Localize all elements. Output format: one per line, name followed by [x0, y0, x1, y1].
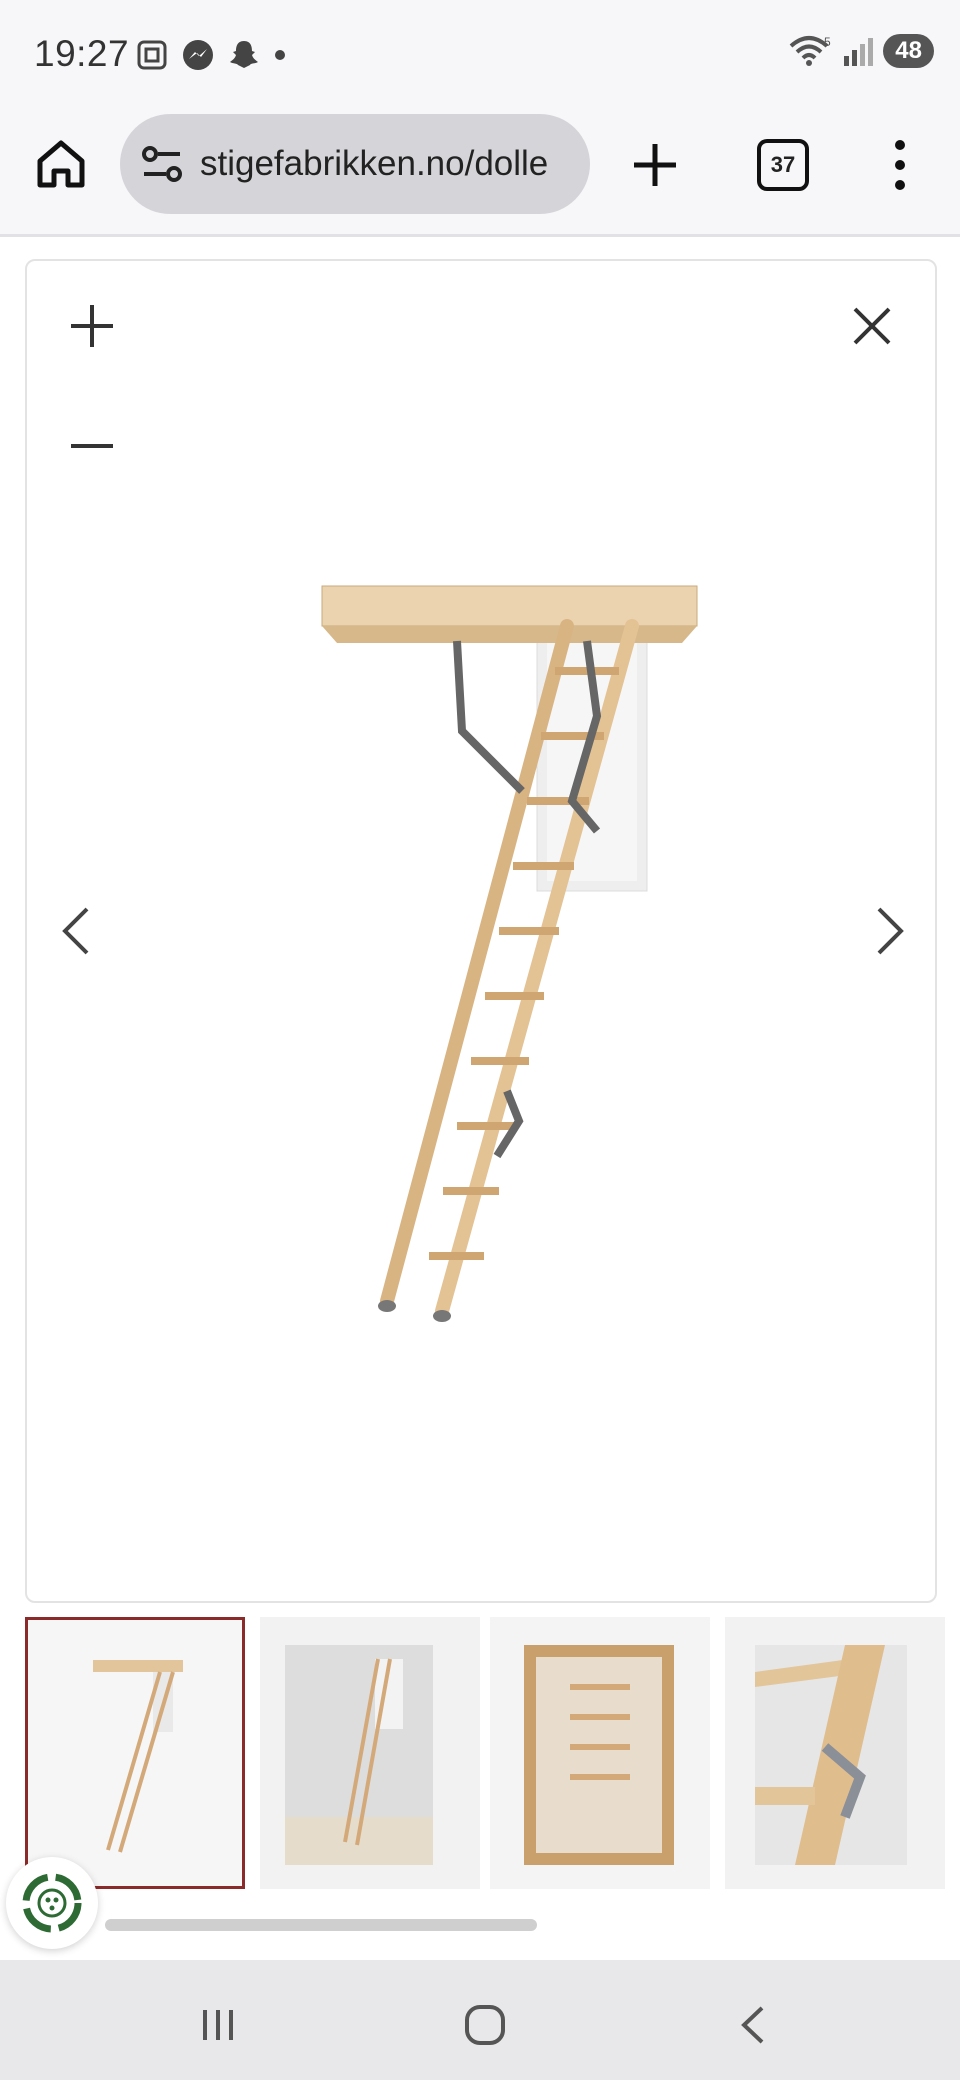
notification-icons — [135, 35, 287, 75]
page-content — [0, 237, 960, 1960]
dot-icon — [275, 50, 285, 60]
image-lightbox — [25, 259, 937, 1603]
home-circle-icon[interactable] — [460, 2000, 510, 2050]
system-nav-bar — [0, 1960, 960, 2080]
thumb-ladder-room[interactable] — [260, 1617, 480, 1889]
back-icon[interactable] — [730, 2000, 780, 2050]
zoom-in-icon[interactable] — [67, 301, 117, 351]
recent-apps-icon[interactable] — [193, 2000, 243, 2050]
clock: 19:27 — [34, 33, 130, 74]
zoom-out-icon[interactable] — [67, 421, 117, 471]
chevron-left-icon[interactable] — [57, 901, 97, 961]
url-text[interactable]: stigefabrikken.no/dolle — [200, 144, 580, 184]
recycle-widget-icon[interactable] — [6, 1857, 98, 1949]
home-icon[interactable] — [34, 137, 88, 191]
chevron-right-icon[interactable] — [869, 901, 909, 961]
screenshot-icon — [137, 40, 167, 70]
thumb-ladder-top-view[interactable] — [490, 1617, 710, 1889]
thumb-ladder-white-bg[interactable] — [25, 1617, 245, 1889]
browser-toolbar: stigefabrikken.no/dolle 37 — [0, 110, 960, 237]
close-icon[interactable] — [847, 301, 897, 351]
more-vert-icon[interactable] — [880, 137, 920, 193]
tab-switcher-icon[interactable]: 37 — [757, 139, 809, 191]
status-bar: 19:27 5 48 — [0, 0, 960, 110]
battery-indicator: 48 — [883, 34, 934, 68]
signal-icon — [844, 38, 874, 66]
messenger-icon — [183, 40, 213, 70]
plus-icon[interactable] — [628, 138, 682, 192]
wifi-badge: 5 — [824, 35, 831, 49]
address-bar[interactable]: stigefabrikken.no/dolle — [120, 114, 590, 214]
recycle-icon — [22, 1873, 82, 1933]
wifi-icon: 5 — [789, 35, 831, 66]
thumbnail-strip — [25, 1617, 960, 1892]
snapchat-icon — [230, 41, 258, 68]
site-settings-icon[interactable] — [138, 140, 186, 188]
system-icons: 5 48 — [789, 34, 934, 68]
tab-count: 37 — [770, 152, 796, 177]
thumb-ladder-hinge-detail[interactable] — [725, 1617, 945, 1889]
attic-ladder-image[interactable] — [297, 531, 717, 1331]
horizontal-scrollbar[interactable] — [105, 1919, 537, 1931]
